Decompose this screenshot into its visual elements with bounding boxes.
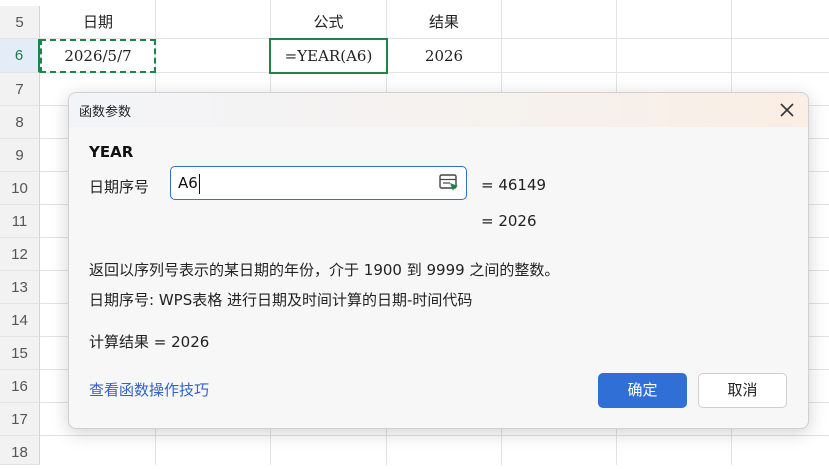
row-header-13[interactable]: 13	[0, 271, 40, 304]
dialog-title: 函数参数	[79, 105, 132, 120]
cell-result-value[interactable]: 2026	[387, 40, 501, 73]
calculation-result: 计算结果 = 2026	[89, 333, 210, 351]
function-name: YEAR	[89, 143, 134, 161]
argument-input[interactable]: A6	[170, 166, 467, 200]
argument-input-value: A6	[178, 174, 198, 192]
range-select-icon[interactable]	[438, 173, 460, 193]
row-header-10[interactable]: 10	[0, 172, 40, 205]
dialog-title-bar[interactable]: 函数参数	[69, 93, 808, 127]
argument-label: 日期序号	[89, 178, 150, 196]
row-header-8[interactable]: 8	[0, 106, 40, 139]
row-header-18[interactable]: 18	[0, 436, 40, 465]
row-header-6[interactable]: 6	[0, 39, 40, 73]
function-arguments-dialog: 函数参数 YEAR 日期序号 A6 = 46149 = 2026 返回以序列号表…	[68, 92, 809, 429]
active-cell-border	[269, 38, 388, 74]
function-tips-link[interactable]: 查看函数操作技巧	[89, 379, 209, 400]
function-description: 返回以序列号表示的某日期的年份，介于 1900 到 9999 之间的整数。	[89, 261, 560, 279]
text-caret	[199, 174, 200, 194]
grid-line	[40, 435, 829, 436]
argument-description: 日期序号: WPS表格 进行日期及时间计算的日期-时间代码	[89, 291, 473, 309]
row-header-17[interactable]: 17	[0, 403, 40, 436]
function-evaluation: = 2026	[481, 212, 537, 230]
ok-button[interactable]: 确定	[598, 373, 687, 408]
cancel-button[interactable]: 取消	[698, 373, 787, 408]
row-header-7[interactable]: 7	[0, 73, 40, 106]
cell-header-date[interactable]: 日期	[41, 6, 155, 39]
row-header-14[interactable]: 14	[0, 304, 40, 337]
close-icon[interactable]	[776, 99, 798, 121]
row-header-16[interactable]: 16	[0, 370, 40, 403]
cell-header-result[interactable]: 结果	[387, 6, 501, 39]
row-header-15[interactable]: 15	[0, 337, 40, 370]
reference-marquee	[40, 39, 156, 73]
row-header-12[interactable]: 12	[0, 238, 40, 271]
argument-evaluation: = 46149	[481, 176, 547, 194]
cell-header-formula[interactable]: 公式	[271, 6, 386, 39]
row-header-11[interactable]: 11	[0, 205, 40, 238]
row-header-9[interactable]: 9	[0, 139, 40, 172]
row-header-5[interactable]: 5	[0, 6, 40, 39]
